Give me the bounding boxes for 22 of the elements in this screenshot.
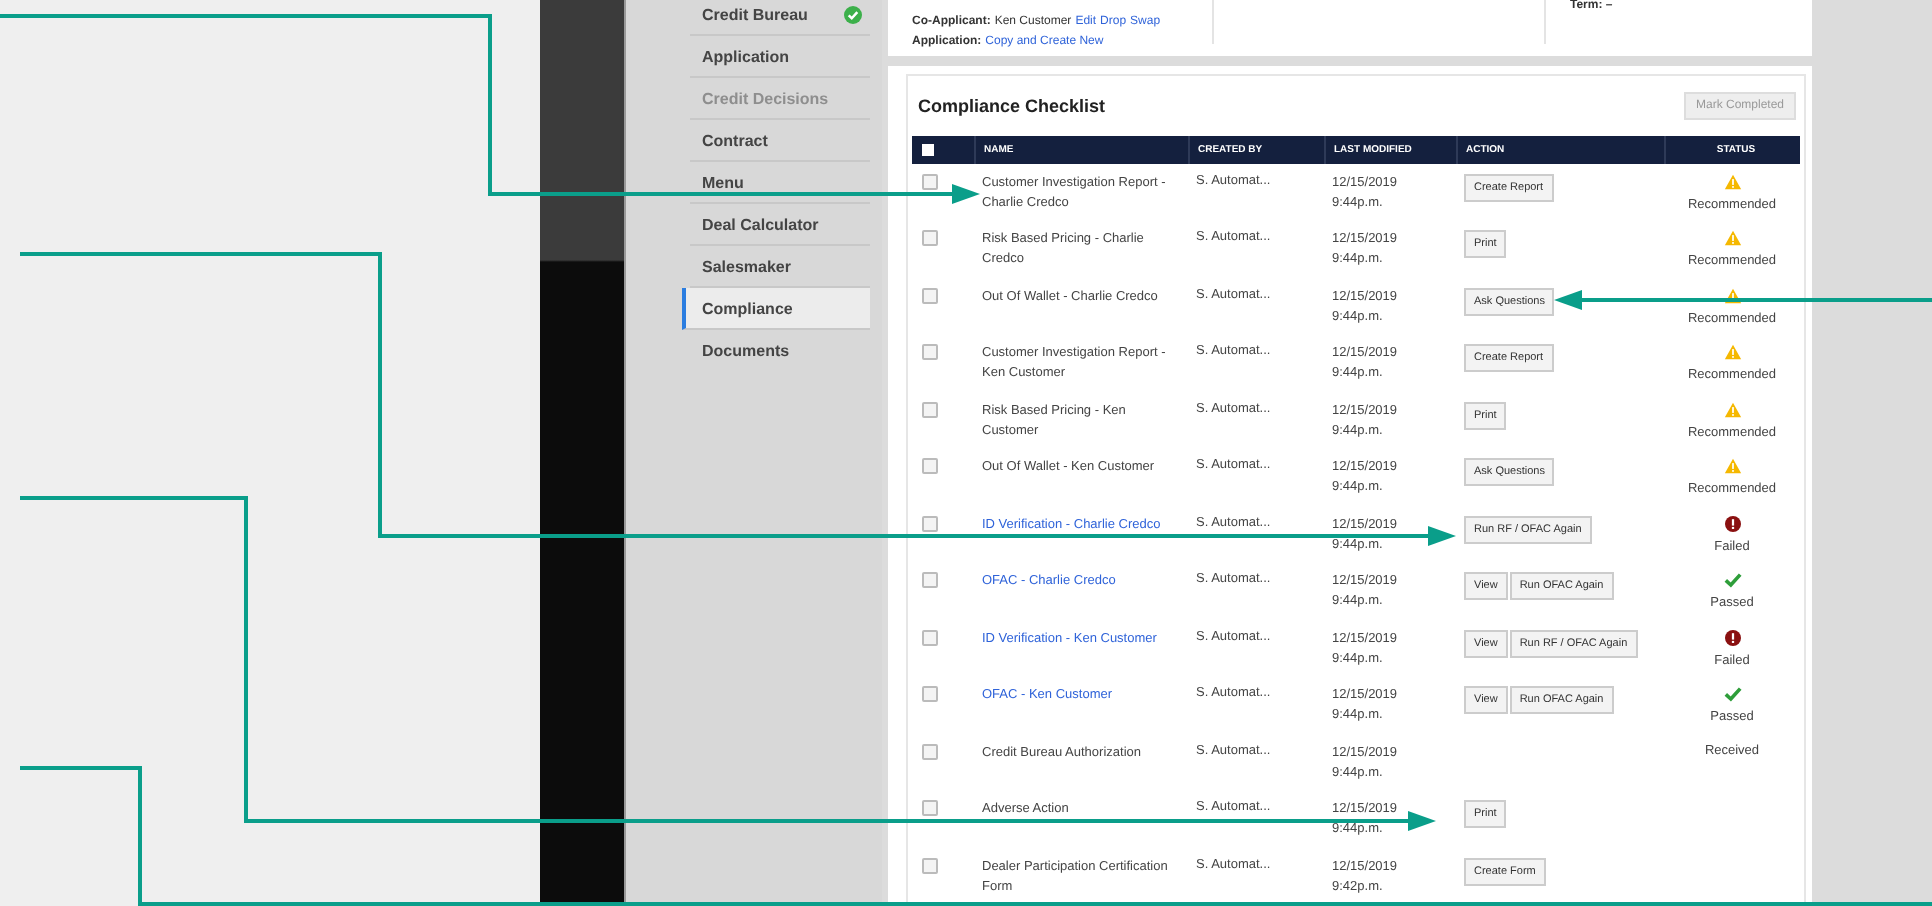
sidebar-item[interactable]: Deal Calculator — [690, 204, 870, 246]
sidebar-item[interactable]: Contract — [690, 120, 870, 162]
row-checkbox[interactable] — [922, 572, 938, 588]
sidebar-item[interactable]: Documents — [690, 330, 870, 372]
checklist-title: Compliance Checklist — [918, 95, 1106, 115]
row-checkbox[interactable] — [922, 515, 938, 531]
row-checkbox[interactable] — [922, 173, 938, 189]
sidebar-item[interactable]: Application — [690, 36, 870, 78]
row-checkbox[interactable] — [922, 857, 938, 873]
sidebar-item[interactable]: Menu — [690, 162, 870, 204]
row-checkbox[interactable] — [922, 401, 938, 417]
row-checkbox[interactable] — [922, 344, 938, 360]
select-all-checkbox[interactable] — [922, 143, 934, 155]
row-checkbox[interactable] — [922, 629, 938, 645]
row-checkbox[interactable] — [922, 800, 938, 816]
row-checkbox[interactable] — [922, 287, 938, 303]
sidebar-item[interactable]: Credit Bureau — [690, 0, 870, 36]
sidebar-item[interactable]: Compliance — [682, 288, 870, 330]
row-checkbox[interactable] — [922, 230, 938, 246]
row-checkbox[interactable] — [922, 686, 938, 702]
row-checkbox[interactable] — [922, 458, 938, 474]
row-checkbox[interactable] — [922, 743, 938, 759]
